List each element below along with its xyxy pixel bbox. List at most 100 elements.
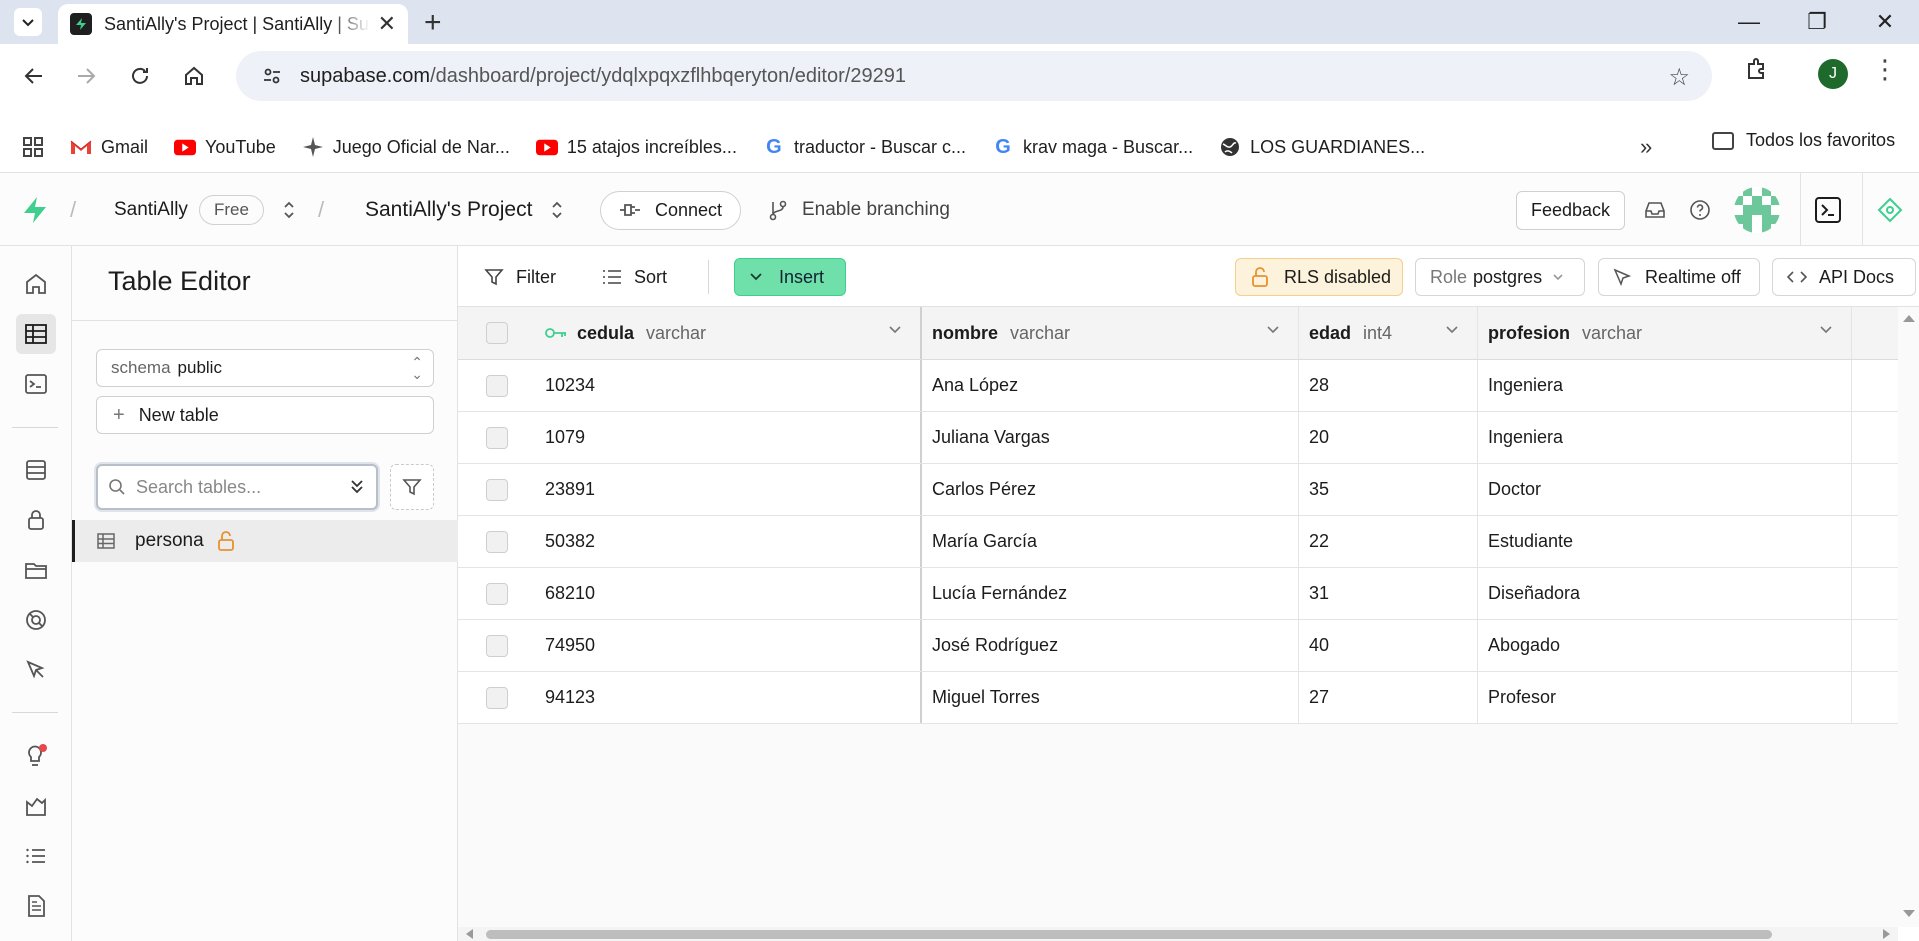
column-header-nombre[interactable]: nombre varchar — [922, 307, 1299, 359]
cell-edad[interactable]: 40 — [1299, 620, 1478, 671]
cell-profesion[interactable]: Doctor — [1478, 464, 1852, 515]
row-checkbox[interactable] — [486, 686, 508, 709]
cell-nombre[interactable]: Juliana Vargas — [922, 412, 1299, 463]
bookmark-star-icon[interactable]: ☆ — [1668, 63, 1690, 92]
row-checkbox[interactable] — [486, 426, 508, 449]
row-checkbox[interactable] — [486, 374, 508, 397]
address-bar[interactable]: supabase.com/dashboard/project/ydqlxpqxz… — [236, 51, 1712, 101]
storage-nav-icon[interactable] — [16, 550, 56, 590]
forward-arrow-icon[interactable] — [66, 56, 106, 96]
realtime-toggle-button[interactable]: Realtime off — [1598, 258, 1760, 296]
cell-profesion[interactable]: Ingeniera — [1478, 360, 1852, 411]
reports-nav-icon[interactable] — [16, 786, 56, 826]
chevron-down-icon[interactable] — [1266, 325, 1280, 335]
scroll-down-arrow-icon[interactable] — [1902, 909, 1916, 919]
cell-edad[interactable]: 20 — [1299, 412, 1478, 463]
cell-nombre[interactable]: Ana López — [922, 360, 1299, 411]
new-tab-button[interactable]: + — [424, 6, 442, 40]
api-docs-nav-icon[interactable] — [16, 886, 56, 926]
bookmark-gmail[interactable]: Gmail — [70, 136, 148, 158]
column-header-edad[interactable]: edad int4 — [1299, 307, 1478, 359]
cell-edad[interactable]: 22 — [1299, 516, 1478, 567]
double-chevron-down-icon[interactable] — [348, 475, 366, 502]
cell-nombre[interactable]: María García — [922, 516, 1299, 567]
cell-profesion[interactable]: Abogado — [1478, 620, 1852, 671]
minimize-icon[interactable]: — — [1715, 0, 1783, 44]
scroll-right-arrow-icon[interactable] — [1882, 928, 1892, 940]
vertical-scrollbar[interactable] — [1898, 307, 1919, 927]
assistant-icon[interactable] — [1876, 173, 1904, 247]
chevron-down-icon[interactable] — [888, 325, 902, 335]
realtime-nav-icon[interactable] — [16, 600, 56, 640]
row-checkbox[interactable] — [486, 582, 508, 605]
schema-selector[interactable]: schema public ⌃ ⌄ — [96, 349, 434, 387]
table-row[interactable]: 68210 Lucía Fernández 31 Diseñadora — [458, 568, 1898, 620]
row-checkbox[interactable] — [486, 634, 508, 657]
select-all-checkbox[interactable] — [486, 322, 508, 344]
horizontal-scroll-thumb[interactable] — [486, 930, 1772, 939]
cell-nombre[interactable]: Carlos Pérez — [922, 464, 1299, 515]
table-editor-nav-icon[interactable] — [16, 314, 56, 354]
extensions-icon[interactable] — [1744, 56, 1770, 87]
horizontal-scrollbar[interactable] — [458, 927, 1898, 941]
cell-cedula[interactable]: 94123 — [536, 672, 922, 723]
supabase-logo-icon[interactable] — [22, 173, 48, 247]
cell-profesion[interactable]: Diseñadora — [1478, 568, 1852, 619]
bookmark-atajos[interactable]: 15 atajos increíbles... — [535, 136, 737, 158]
back-arrow-icon[interactable] — [14, 56, 54, 96]
rls-disabled-button[interactable]: RLS disabled — [1235, 258, 1403, 296]
table-row[interactable]: 50382 María García 22 Estudiante — [458, 516, 1898, 568]
more-bookmarks-icon[interactable]: » — [1640, 134, 1652, 160]
sidebar-table-persona[interactable]: persona — [72, 520, 458, 562]
role-selector[interactable]: Role postgres — [1415, 258, 1585, 296]
new-table-button[interactable]: + New table — [96, 396, 434, 434]
table-row[interactable]: 23891 Carlos Pérez 35 Doctor — [458, 464, 1898, 516]
sql-editor-nav-icon[interactable] — [16, 364, 56, 404]
cell-edad[interactable]: 31 — [1299, 568, 1478, 619]
cell-profesion[interactable]: Ingeniera — [1478, 412, 1852, 463]
cell-cedula[interactable]: 68210 — [536, 568, 922, 619]
table-row[interactable]: 74950 José Rodríguez 40 Abogado — [458, 620, 1898, 672]
browser-tab-active[interactable]: SantiAlly's Project | SantiAlly | Supaba… — [58, 4, 408, 44]
scroll-left-arrow-icon[interactable] — [464, 928, 474, 940]
table-row[interactable]: 94123 Miguel Torres 27 Profesor — [458, 672, 1898, 724]
all-bookmarks-folder[interactable]: Todos los favoritos — [1712, 130, 1895, 151]
search-tables-field[interactable] — [96, 464, 378, 510]
logs-nav-icon[interactable] — [16, 836, 56, 876]
org-switcher-icon[interactable] — [282, 173, 296, 247]
chevron-down-icon[interactable] — [1445, 325, 1459, 335]
inbox-icon[interactable] — [1644, 173, 1666, 247]
chevron-down-icon[interactable] — [1819, 325, 1833, 335]
help-icon[interactable] — [1689, 173, 1711, 247]
filter-button[interactable]: Filter — [484, 258, 556, 296]
cell-profesion[interactable]: Estudiante — [1478, 516, 1852, 567]
cell-cedula[interactable]: 10234 — [536, 360, 922, 411]
advisors-nav-icon[interactable] — [16, 736, 56, 776]
apps-grid-icon[interactable] — [22, 136, 44, 158]
database-nav-icon[interactable] — [16, 450, 56, 490]
home-nav-icon[interactable] — [16, 264, 56, 304]
close-window-icon[interactable]: ✕ — [1851, 0, 1919, 44]
cell-cedula[interactable]: 1079 — [536, 412, 922, 463]
user-avatar[interactable] — [1734, 187, 1780, 233]
filter-tables-button[interactable] — [390, 464, 434, 510]
bookmark-youtube[interactable]: YouTube — [174, 136, 276, 158]
site-info-icon[interactable] — [256, 60, 288, 92]
org-name[interactable]: SantiAlly — [114, 173, 188, 247]
connect-button[interactable]: Connect — [600, 190, 742, 230]
restore-icon[interactable]: ❐ — [1783, 0, 1851, 44]
cell-cedula[interactable]: 50382 — [536, 516, 922, 567]
bookmark-juego-oficial[interactable]: Juego Oficial de Nar... — [302, 136, 510, 158]
feedback-button[interactable]: Feedback — [1516, 190, 1626, 230]
enable-branching-button[interactable]: Enable branching — [768, 173, 950, 247]
table-row[interactable]: 10234 Ana López 28 Ingeniera — [458, 360, 1898, 412]
tab-search-button[interactable] — [14, 8, 42, 36]
sort-button[interactable]: Sort — [602, 258, 667, 296]
bookmark-krav-maga[interactable]: G krav maga - Buscar... — [992, 136, 1193, 158]
reload-icon[interactable] — [120, 56, 160, 96]
profile-avatar[interactable]: J — [1818, 59, 1848, 89]
row-checkbox[interactable] — [486, 530, 508, 553]
bookmark-los-guardianes[interactable]: LOS GUARDIANES... — [1219, 136, 1425, 158]
close-tab-icon[interactable]: ✕ — [378, 11, 396, 37]
project-name[interactable]: SantiAlly's Project — [365, 173, 532, 247]
